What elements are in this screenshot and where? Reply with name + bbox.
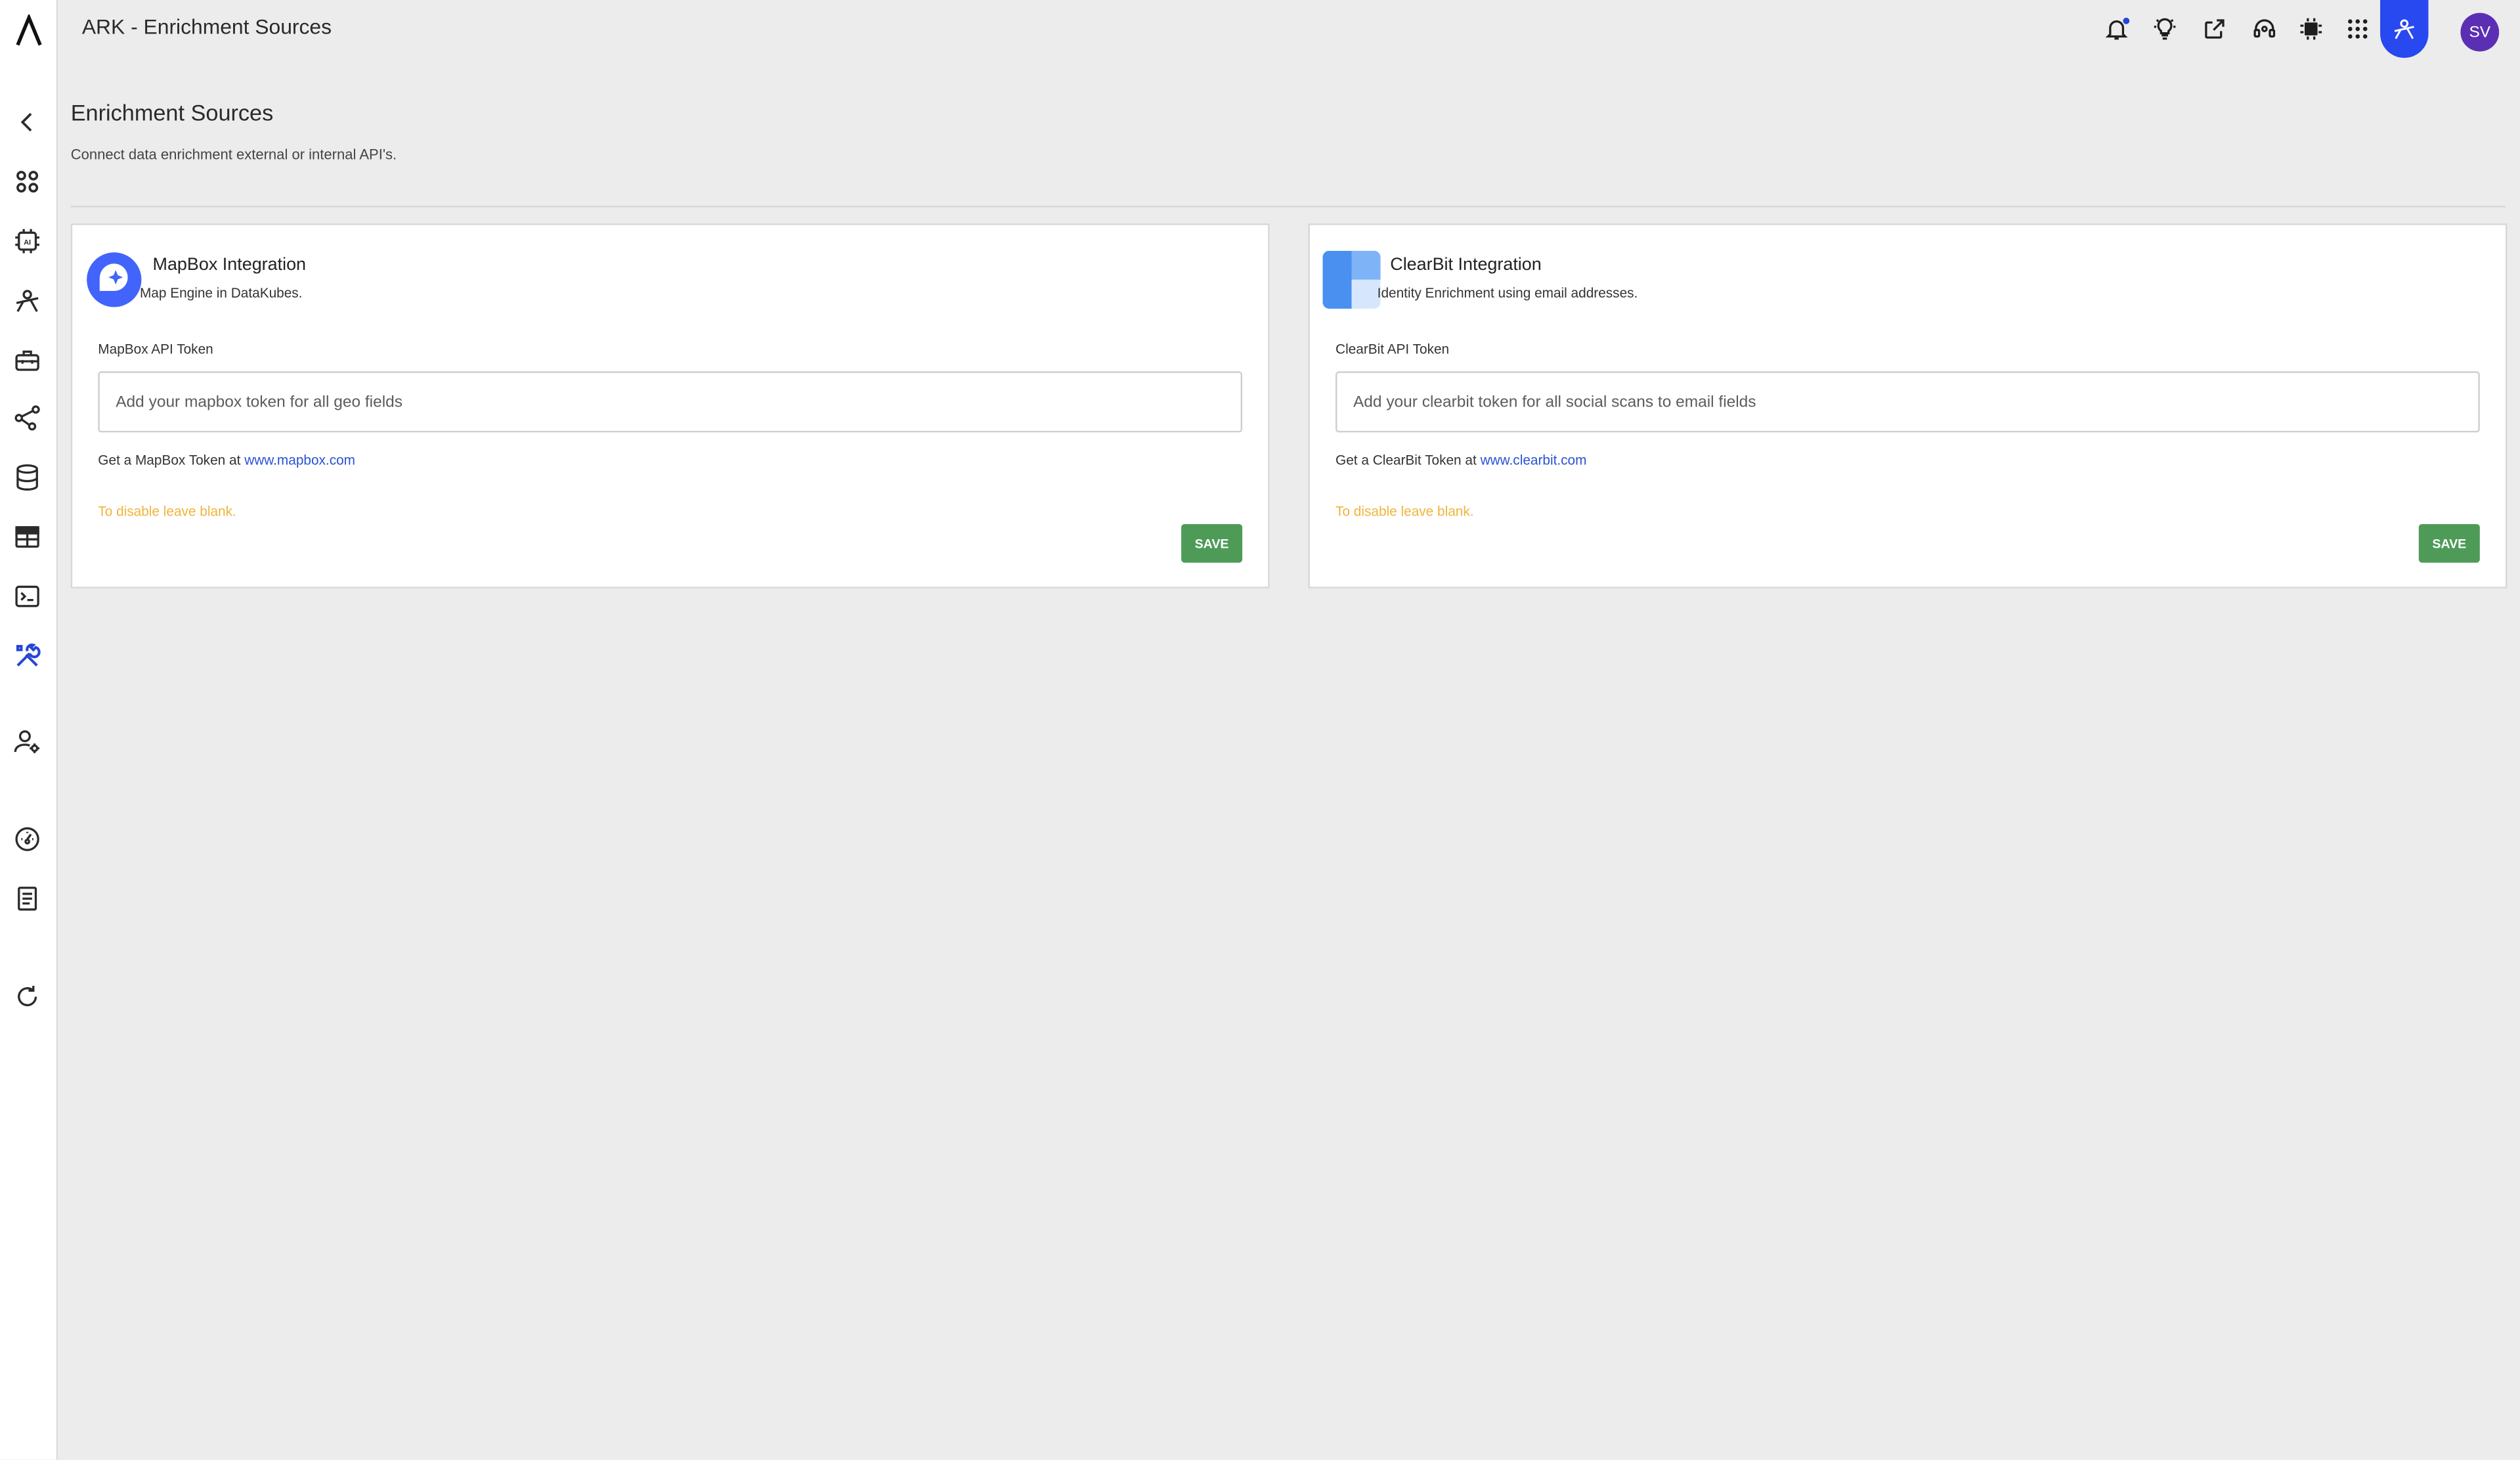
connections-icon[interactable]	[10, 400, 45, 435]
clearbit-token-input[interactable]	[1336, 371, 2480, 433]
clearbit-logo-icon	[1322, 250, 1381, 309]
user-network-icon-active[interactable]	[2380, 0, 2429, 58]
back-icon[interactable]	[10, 104, 45, 140]
terminal-icon[interactable]	[10, 579, 45, 614]
card-description: Identity Enrichment using email addresse…	[1377, 284, 1638, 301]
clearbit-integration-card: ClearBit Integration Identity Enrichment…	[1308, 223, 2508, 588]
page-title: Enrichment Sources	[70, 99, 274, 125]
clearbit-help-text: Get a ClearBit Token at www.clearbit.com	[1336, 452, 1586, 468]
dashboard-grid-icon[interactable]	[10, 164, 45, 200]
card-title: ClearBit Integration	[1390, 255, 1542, 275]
divider	[70, 206, 2506, 208]
database-icon[interactable]	[10, 460, 45, 495]
support-headset-icon[interactable]	[2248, 13, 2280, 45]
mapbox-token-input[interactable]	[98, 371, 1243, 433]
clearbit-link[interactable]: www.clearbit.com	[1481, 452, 1587, 468]
app-title: ARK - Enrichment Sources	[81, 14, 332, 39]
speedometer-icon[interactable]	[10, 822, 45, 857]
mapbox-token-label: MapBox API Token	[98, 340, 213, 357]
table-icon[interactable]	[10, 520, 45, 555]
tools-icon[interactable]	[10, 638, 45, 674]
mapbox-help-text: Get a MapBox Token at www.mapbox.com	[98, 452, 355, 468]
ai-chip-icon[interactable]: AI	[10, 223, 45, 259]
mapbox-save-button[interactable]: SAVE	[1181, 523, 1243, 563]
help-prefix: Get a MapBox Token at	[98, 451, 241, 468]
disable-hint: To disable leave blank.	[1336, 503, 1474, 520]
share-icon[interactable]	[2198, 13, 2230, 45]
avatar[interactable]: SV	[2460, 12, 2500, 52]
chip-icon[interactable]	[2295, 13, 2327, 45]
sidebar: AI	[0, 0, 58, 1460]
card-title: MapBox Integration	[152, 255, 307, 275]
mapbox-logo-icon	[85, 251, 143, 309]
user-network-icon[interactable]	[10, 283, 45, 319]
apps-grid-icon[interactable]	[2341, 13, 2374, 45]
clearbit-save-button[interactable]: SAVE	[2418, 523, 2480, 563]
app-logo-icon[interactable]	[11, 12, 47, 47]
notification-dot	[2123, 17, 2130, 24]
book-icon[interactable]	[10, 881, 45, 916]
svg-text:AI: AI	[24, 239, 31, 247]
mapbox-integration-card: MapBox Integration Map Engine in DataKub…	[70, 223, 1270, 588]
user-settings-icon[interactable]	[10, 723, 45, 759]
page-subtitle: Connect data enrichment external or inte…	[70, 146, 397, 163]
clearbit-token-label: ClearBit API Token	[1336, 340, 1450, 357]
lightbulb-icon[interactable]	[2149, 13, 2181, 45]
toolbox-icon[interactable]	[10, 342, 45, 378]
refresh-icon[interactable]	[10, 979, 45, 1015]
mapbox-link[interactable]: www.mapbox.com	[244, 452, 355, 468]
bell-icon[interactable]	[2100, 13, 2133, 45]
help-prefix: Get a ClearBit Token at	[1336, 451, 1477, 468]
disable-hint: To disable leave blank.	[98, 503, 236, 520]
card-description: Map Engine in DataKubes.	[139, 284, 303, 301]
